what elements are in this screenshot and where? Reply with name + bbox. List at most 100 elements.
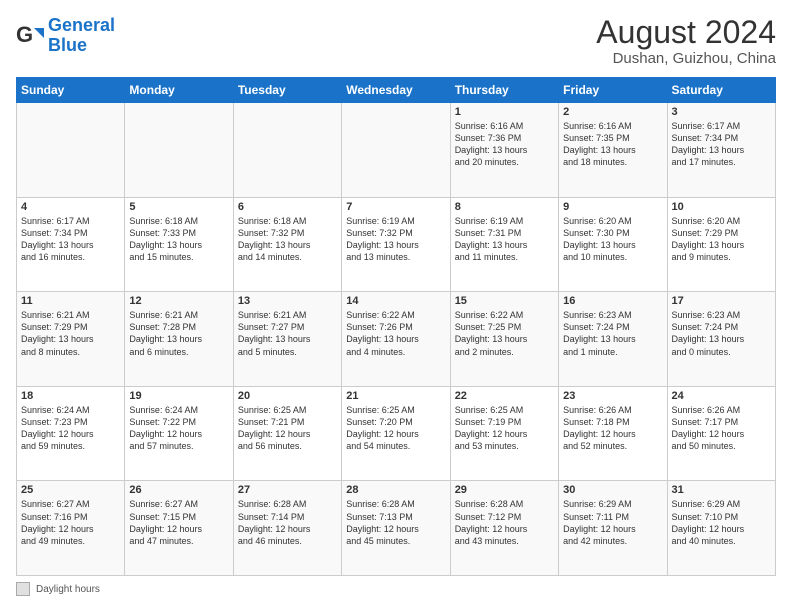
calendar-week-2: 4 Sunrise: 6:17 AM Sunset: 7:34 PM Daylig…	[17, 197, 776, 292]
cell-info: Sunrise: 6:20 AM Sunset: 7:30 PM Dayligh…	[563, 215, 662, 264]
cell-info: Sunrise: 6:29 AM Sunset: 7:10 PM Dayligh…	[672, 498, 771, 547]
cell-info: Sunrise: 6:28 AM Sunset: 7:14 PM Dayligh…	[238, 498, 337, 547]
cell-info: Sunrise: 6:24 AM Sunset: 7:22 PM Dayligh…	[129, 404, 228, 453]
calendar-cell: 24Sunrise: 6:26 AM Sunset: 7:17 PM Dayli…	[667, 386, 775, 481]
cell-day-number: 27	[238, 484, 337, 496]
calendar-cell: 3Sunrise: 6:17 AM Sunset: 7:34 PM Daylig…	[667, 103, 775, 198]
calendar-cell	[125, 103, 233, 198]
calendar-cell: 15 Sunrise: 6:22 AM Sunset: 7:25 PM Dayli…	[450, 292, 558, 387]
cell-day-number: 6	[238, 201, 337, 213]
calendar-week-4: 18 Sunrise: 6:24 AM Sunset: 7:23 PM Dayli…	[17, 386, 776, 481]
title-block: August 2024 Dushan, Guizhou, China	[596, 16, 776, 67]
calendar-cell: 23 Sunrise: 6:26 AM Sunset: 7:18 PM Dayli…	[559, 386, 667, 481]
calendar-week-1: 1 Sunrise: 6:16 AM Sunset: 7:36 PM Daylig…	[17, 103, 776, 198]
cell-info: Sunrise: 6:20 AM Sunset: 7:29 PM Dayligh…	[672, 215, 771, 264]
logo: G GeneralBlue	[16, 16, 115, 56]
cell-info: Sunrise: 6:26 AM Sunset: 7:17 PM Dayligh…	[672, 404, 771, 453]
calendar-cell: 28Sunrise: 6:28 AM Sunset: 7:13 PM Dayli…	[342, 481, 450, 576]
header: G GeneralBlue August 2024 Dushan, Guizho…	[16, 16, 776, 67]
calendar-cell: 9 Sunrise: 6:20 AM Sunset: 7:30 PM Daylig…	[559, 197, 667, 292]
cell-day-number: 1	[455, 106, 554, 118]
calendar-cell: 25Sunrise: 6:27 AM Sunset: 7:16 PM Dayli…	[17, 481, 125, 576]
cell-info: Sunrise: 6:18 AM Sunset: 7:32 PM Dayligh…	[238, 215, 337, 264]
cell-day-number: 17	[672, 295, 771, 307]
cell-day-number: 7	[346, 201, 445, 213]
cell-info: Sunrise: 6:24 AM Sunset: 7:23 PM Dayligh…	[21, 404, 120, 453]
calendar: SundayMondayTuesdayWednesdayThursdayFrid…	[16, 77, 776, 576]
cell-day-number: 9	[563, 201, 662, 213]
cell-day-number: 12	[129, 295, 228, 307]
logo-text: GeneralBlue	[48, 16, 115, 56]
calendar-cell: 16 Sunrise: 6:23 AM Sunset: 7:24 PM Dayli…	[559, 292, 667, 387]
calendar-cell: 19 Sunrise: 6:24 AM Sunset: 7:22 PM Dayli…	[125, 386, 233, 481]
cell-info: Sunrise: 6:26 AM Sunset: 7:18 PM Dayligh…	[563, 404, 662, 453]
calendar-cell: 10 Sunrise: 6:20 AM Sunset: 7:29 PM Dayli…	[667, 197, 775, 292]
calendar-cell	[342, 103, 450, 198]
footer: Daylight hours	[16, 582, 776, 596]
calendar-header-friday: Friday	[559, 78, 667, 103]
cell-info: Sunrise: 6:19 AM Sunset: 7:32 PM Dayligh…	[346, 215, 445, 264]
cell-day-number: 3	[672, 106, 771, 118]
cell-day-number: 5	[129, 201, 228, 213]
svg-text:G: G	[16, 22, 33, 47]
calendar-cell: 1 Sunrise: 6:16 AM Sunset: 7:36 PM Daylig…	[450, 103, 558, 198]
cell-info: Sunrise: 6:22 AM Sunset: 7:26 PM Dayligh…	[346, 309, 445, 358]
subtitle: Dushan, Guizhou, China	[596, 50, 776, 67]
cell-day-number: 19	[129, 390, 228, 402]
calendar-cell: 6 Sunrise: 6:18 AM Sunset: 7:32 PM Daylig…	[233, 197, 341, 292]
cell-info: Sunrise: 6:19 AM Sunset: 7:31 PM Dayligh…	[455, 215, 554, 264]
cell-info: Sunrise: 6:25 AM Sunset: 7:19 PM Dayligh…	[455, 404, 554, 453]
cell-day-number: 23	[563, 390, 662, 402]
cell-day-number: 14	[346, 295, 445, 307]
cell-day-number: 18	[21, 390, 120, 402]
calendar-cell: 27 Sunrise: 6:28 AM Sunset: 7:14 PM Dayli…	[233, 481, 341, 576]
cell-day-number: 10	[672, 201, 771, 213]
calendar-cell: 26Sunrise: 6:27 AM Sunset: 7:15 PM Dayli…	[125, 481, 233, 576]
main-title: August 2024	[596, 16, 776, 48]
calendar-week-5: 25Sunrise: 6:27 AM Sunset: 7:16 PM Dayli…	[17, 481, 776, 576]
cell-info: Sunrise: 6:27 AM Sunset: 7:16 PM Dayligh…	[21, 498, 120, 547]
cell-day-number: 11	[21, 295, 120, 307]
cell-day-number: 16	[563, 295, 662, 307]
calendar-header-wednesday: Wednesday	[342, 78, 450, 103]
calendar-cell: 11 Sunrise: 6:21 AM Sunset: 7:29 PM Dayli…	[17, 292, 125, 387]
cell-day-number: 22	[455, 390, 554, 402]
cell-day-number: 31	[672, 484, 771, 496]
calendar-cell: 17 Sunrise: 6:23 AM Sunset: 7:24 PM Dayli…	[667, 292, 775, 387]
calendar-cell: 7 Sunrise: 6:19 AM Sunset: 7:32 PM Daylig…	[342, 197, 450, 292]
calendar-cell: 18 Sunrise: 6:24 AM Sunset: 7:23 PM Dayli…	[17, 386, 125, 481]
calendar-cell: 22 Sunrise: 6:25 AM Sunset: 7:19 PM Dayli…	[450, 386, 558, 481]
cell-info: Sunrise: 6:21 AM Sunset: 7:28 PM Dayligh…	[129, 309, 228, 358]
calendar-cell: 12 Sunrise: 6:21 AM Sunset: 7:28 PM Dayli…	[125, 292, 233, 387]
calendar-header-thursday: Thursday	[450, 78, 558, 103]
calendar-cell: 30Sunrise: 6:29 AM Sunset: 7:11 PM Dayli…	[559, 481, 667, 576]
calendar-cell: 5Sunrise: 6:18 AM Sunset: 7:33 PM Daylig…	[125, 197, 233, 292]
cell-info: Sunrise: 6:27 AM Sunset: 7:15 PM Dayligh…	[129, 498, 228, 547]
cell-day-number: 29	[455, 484, 554, 496]
calendar-header-saturday: Saturday	[667, 78, 775, 103]
cell-info: Sunrise: 6:22 AM Sunset: 7:25 PM Dayligh…	[455, 309, 554, 358]
calendar-cell: 14 Sunrise: 6:22 AM Sunset: 7:26 PM Dayli…	[342, 292, 450, 387]
cell-info: Sunrise: 6:16 AM Sunset: 7:36 PM Dayligh…	[455, 120, 554, 169]
calendar-cell: 20Sunrise: 6:25 AM Sunset: 7:21 PM Dayli…	[233, 386, 341, 481]
calendar-cell	[233, 103, 341, 198]
calendar-week-3: 11 Sunrise: 6:21 AM Sunset: 7:29 PM Dayli…	[17, 292, 776, 387]
calendar-cell: 4 Sunrise: 6:17 AM Sunset: 7:34 PM Daylig…	[17, 197, 125, 292]
cell-day-number: 28	[346, 484, 445, 496]
page: G GeneralBlue August 2024 Dushan, Guizho…	[0, 0, 792, 612]
cell-info: Sunrise: 6:23 AM Sunset: 7:24 PM Dayligh…	[563, 309, 662, 358]
cell-info: Sunrise: 6:16 AM Sunset: 7:35 PM Dayligh…	[563, 120, 662, 169]
cell-day-number: 8	[455, 201, 554, 213]
cell-day-number: 15	[455, 295, 554, 307]
cell-day-number: 4	[21, 201, 120, 213]
calendar-cell: 21Sunrise: 6:25 AM Sunset: 7:20 PM Dayli…	[342, 386, 450, 481]
cell-day-number: 20	[238, 390, 337, 402]
calendar-header-tuesday: Tuesday	[233, 78, 341, 103]
cell-info: Sunrise: 6:21 AM Sunset: 7:29 PM Dayligh…	[21, 309, 120, 358]
cell-info: Sunrise: 6:28 AM Sunset: 7:12 PM Dayligh…	[455, 498, 554, 547]
cell-info: Sunrise: 6:23 AM Sunset: 7:24 PM Dayligh…	[672, 309, 771, 358]
cell-info: Sunrise: 6:17 AM Sunset: 7:34 PM Dayligh…	[21, 215, 120, 264]
footer-box	[16, 582, 30, 596]
cell-info: Sunrise: 6:25 AM Sunset: 7:20 PM Dayligh…	[346, 404, 445, 453]
calendar-cell: 13Sunrise: 6:21 AM Sunset: 7:27 PM Dayli…	[233, 292, 341, 387]
